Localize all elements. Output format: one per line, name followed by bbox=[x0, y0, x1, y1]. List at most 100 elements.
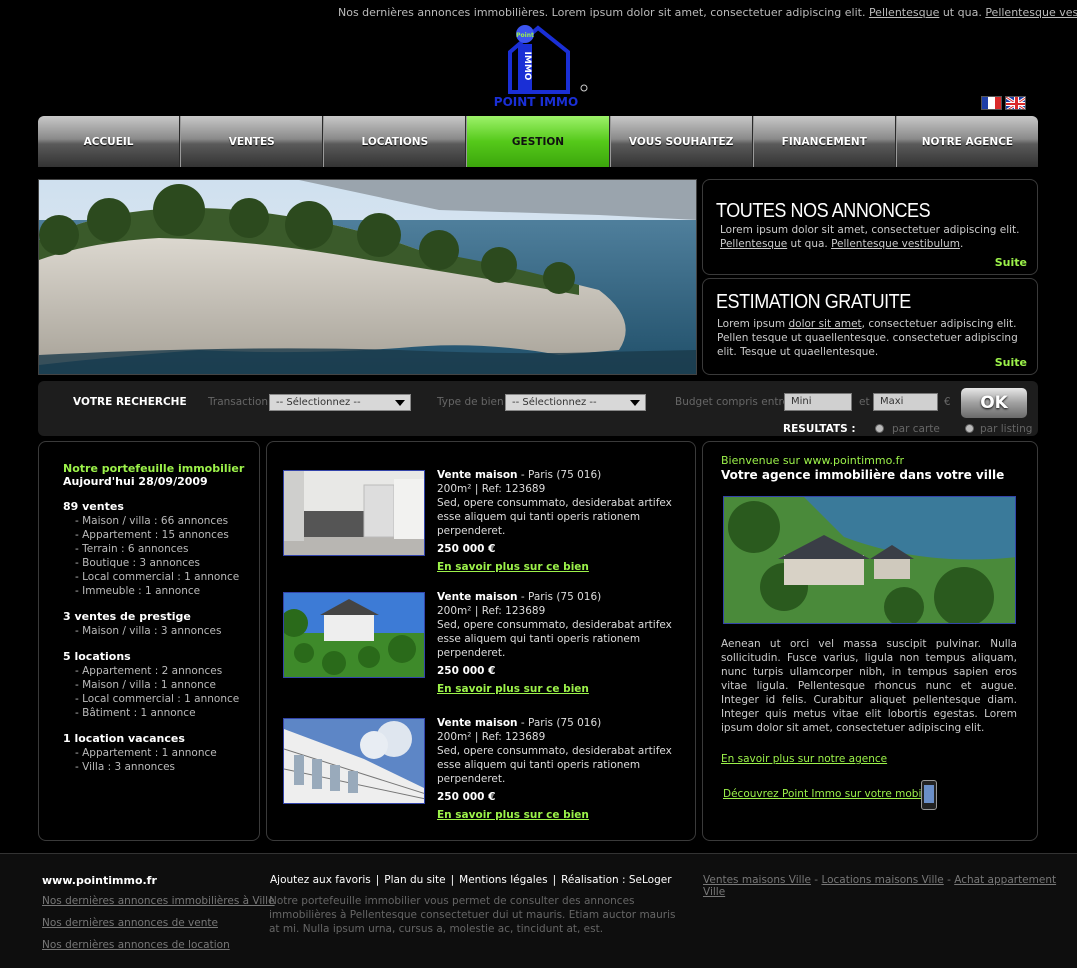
budget-maxi-input[interactable]: Maxi bbox=[873, 393, 938, 411]
footer-locations-maisons-link[interactable]: Locations maisons Ville bbox=[821, 874, 943, 886]
portfolio-group-head[interactable]: 5 locations bbox=[63, 650, 259, 664]
search-bar: VOTRE RECHERCHE Transaction -- Sélection… bbox=[38, 381, 1038, 436]
listing-photo-building[interactable] bbox=[283, 718, 425, 804]
portfolio-group-item[interactable]: - Terrain : 6 annonces bbox=[63, 542, 259, 556]
mobile-phone-icon[interactable] bbox=[921, 780, 937, 810]
promo2-link[interactable]: dolor sit amet bbox=[788, 318, 861, 330]
portfolio-group-head[interactable]: 3 ventes de prestige bbox=[63, 610, 259, 624]
footer-favoris-link[interactable]: Ajoutez aux favoris bbox=[270, 874, 371, 886]
search-title: VOTRE RECHERCHE bbox=[73, 396, 187, 408]
hero-image bbox=[38, 179, 697, 375]
promo-toutes-annonces: TOUTES NOS ANNONCES Lorem ipsum dolor si… bbox=[702, 179, 1038, 275]
type-select[interactable]: -- Sélectionnez -- bbox=[505, 394, 646, 411]
portfolio-group-item[interactable]: - Boutique : 3 annonces bbox=[63, 556, 259, 570]
nav-financement[interactable]: FINANCEMENT bbox=[752, 116, 896, 167]
par-carte-label: par carte bbox=[892, 423, 940, 435]
transaction-select[interactable]: -- Sélectionnez -- bbox=[269, 394, 411, 411]
portfolio-group-item[interactable]: - Local commercial : 1 annonce bbox=[63, 692, 259, 706]
listing-photo-garden[interactable] bbox=[283, 592, 425, 678]
budget-mini-input[interactable]: Mini bbox=[784, 393, 852, 411]
portfolio-group: 5 locations - Appartement : 2 annonces - M… bbox=[63, 650, 259, 720]
listing-price: 250 000 € bbox=[437, 791, 496, 803]
listing-photo-interior[interactable] bbox=[283, 470, 425, 556]
promo1-suite-link[interactable]: Suite bbox=[995, 256, 1027, 269]
portfolio-group-item[interactable]: - Villa : 3 annonces bbox=[63, 760, 259, 774]
french-flag-icon[interactable] bbox=[981, 96, 1002, 110]
top-link-pellentesque[interactable]: Pellentesque bbox=[869, 6, 939, 19]
agency-more-link[interactable]: En savoir plus sur notre agence bbox=[721, 753, 887, 765]
footer-site: www.pointimmo.fr bbox=[42, 874, 157, 887]
portfolio-group: 89 ventes - Maison / villa : 66 annonces -… bbox=[63, 500, 259, 598]
nav-accueil[interactable]: ACCUEIL bbox=[38, 116, 181, 167]
logo[interactable]: IMMO Point POINT IMMO bbox=[488, 22, 588, 112]
top-announcement: Nos dernières annonces immobilières. Lor… bbox=[338, 6, 1077, 19]
footer-nav: Ajoutez aux favoris | Plan du site | Mention… bbox=[270, 874, 672, 886]
footer-plan-link[interactable]: Plan du site bbox=[384, 874, 445, 886]
listing-ref: 200m² | Ref: 123689 bbox=[437, 483, 546, 495]
results-label: RESULTATS : bbox=[783, 423, 856, 435]
radio-par-listing[interactable] bbox=[965, 424, 974, 433]
ok-button[interactable]: OK bbox=[961, 388, 1027, 418]
listing-desc: Sed, opere consummato, desiderabat artif… bbox=[437, 745, 672, 785]
main-nav: ACCUEIL VENTES LOCATIONS GESTION VOUS SO… bbox=[38, 116, 1038, 167]
footer-link-annonces-location[interactable]: Nos dernières annonces de location bbox=[42, 939, 230, 951]
listing-ref: 200m² | Ref: 123689 bbox=[437, 605, 546, 617]
listing-more-link[interactable]: En savoir plus sur ce bien bbox=[437, 682, 589, 696]
logo-emblem: IMMO bbox=[522, 52, 532, 81]
logo-badge: Point bbox=[516, 32, 534, 39]
uk-flag-icon[interactable] bbox=[1005, 96, 1026, 110]
listing-price: 250 000 € bbox=[437, 543, 496, 555]
portfolio-group-head[interactable]: 1 location vacances bbox=[63, 732, 259, 746]
radio-par-carte[interactable] bbox=[875, 424, 884, 433]
portfolio-group-item[interactable]: - Immeuble : 1 annonce bbox=[63, 584, 259, 598]
promo-estimation: ESTIMATION GRATUITE Lorem ipsum dolor si… bbox=[702, 278, 1038, 375]
portfolio-group-item[interactable]: - Appartement : 1 annonce bbox=[63, 746, 259, 760]
listing-title: Vente maison bbox=[437, 717, 518, 729]
listing-title: Vente maison bbox=[437, 469, 518, 481]
portfolio-title: Notre portefeuille immobilier bbox=[63, 462, 245, 475]
budget-label: Budget compris entre bbox=[675, 396, 790, 408]
nav-gestion[interactable]: GESTION bbox=[466, 116, 610, 167]
agency-subtitle: Votre agence immobilière dans votre vill… bbox=[721, 468, 1005, 482]
top-text: Nos dernières annonces immobilières. Lor… bbox=[338, 6, 866, 19]
footer-link-annonces-vente[interactable]: Nos dernières annonces de vente bbox=[42, 917, 218, 929]
nav-vous-souhaitez[interactable]: VOUS SOUHAITEZ bbox=[609, 116, 753, 167]
promo1-text: Lorem ipsum dolor sit amet, consectetuer… bbox=[720, 224, 1020, 250]
footer-ventes-maisons-link[interactable]: Ventes maisons Ville bbox=[703, 874, 811, 886]
nav-locations[interactable]: LOCATIONS bbox=[323, 116, 467, 167]
promo2-suite-link[interactable]: Suite bbox=[995, 356, 1027, 369]
portfolio-group-item[interactable]: - Local commercial : 1 annonce bbox=[63, 570, 259, 584]
promo1-link-vestibulum[interactable]: Pellentesque vestibulum bbox=[831, 238, 960, 250]
listing-location: - Paris (75 016) bbox=[517, 591, 602, 603]
portfolio-group: 1 location vacances - Appartement : 1 ann… bbox=[63, 732, 259, 774]
listing-item: Vente maison - Paris (75 016) 200m² | Re… bbox=[283, 591, 683, 695]
listing-item: Vente maison - Paris (75 016) 200m² | Re… bbox=[283, 469, 683, 573]
portfolio-group-item[interactable]: - Bâtiment : 1 annonce bbox=[63, 706, 259, 720]
listing-location: - Paris (75 016) bbox=[517, 717, 602, 729]
listing-price: 250 000 € bbox=[437, 665, 496, 677]
listing-more-link[interactable]: En savoir plus sur ce bien bbox=[437, 560, 589, 574]
footer-realisation-link[interactable]: Réalisation : SeLoger bbox=[561, 874, 671, 886]
listing-more-link[interactable]: En savoir plus sur ce bien bbox=[437, 808, 589, 822]
footer-desc: Notre portefeuille immobilier vous perme… bbox=[269, 895, 676, 935]
portfolio-group-item[interactable]: - Appartement : 15 annonces bbox=[63, 528, 259, 542]
listing-desc: Sed, opere consummato, desiderabat artif… bbox=[437, 497, 672, 537]
nav-ventes[interactable]: VENTES bbox=[180, 116, 324, 167]
portfolio-group-item[interactable]: - Maison / villa : 3 annonces bbox=[63, 624, 259, 638]
portfolio-group-item[interactable]: - Appartement : 2 annonces bbox=[63, 664, 259, 678]
listing-desc: Sed, opere consummato, desiderabat artif… bbox=[437, 619, 672, 659]
nav-notre-agence[interactable]: NOTRE AGENCE bbox=[895, 116, 1038, 167]
footer-mentions-link[interactable]: Mentions légales bbox=[459, 874, 547, 886]
top-link-vestibulum[interactable]: Pellentesque vestibulum bbox=[985, 6, 1077, 19]
promo1-link-pellentesque[interactable]: Pellentesque bbox=[720, 238, 787, 250]
footer: www.pointimmo.fr Nos dernières annonces … bbox=[0, 853, 1077, 968]
portfolio-group-item[interactable]: - Maison / villa : 1 annonce bbox=[63, 678, 259, 692]
footer-seo-links: Ventes maisons Ville - Locations maisons… bbox=[703, 874, 1057, 898]
portfolio-group-item[interactable]: - Maison / villa : 66 annonces bbox=[63, 514, 259, 528]
footer-link-annonces-ville[interactable]: Nos dernières annonces immobilières à Vi… bbox=[42, 895, 275, 907]
listings-panel: Vente maison - Paris (75 016) 200m² | Re… bbox=[266, 441, 696, 841]
agency-mobile-link[interactable]: Découvrez Point Immo sur votre mobile bbox=[723, 788, 931, 800]
portfolio-group-head[interactable]: 89 ventes bbox=[63, 500, 259, 514]
currency-label: € bbox=[944, 396, 951, 408]
type-label: Type de bien bbox=[437, 396, 504, 408]
